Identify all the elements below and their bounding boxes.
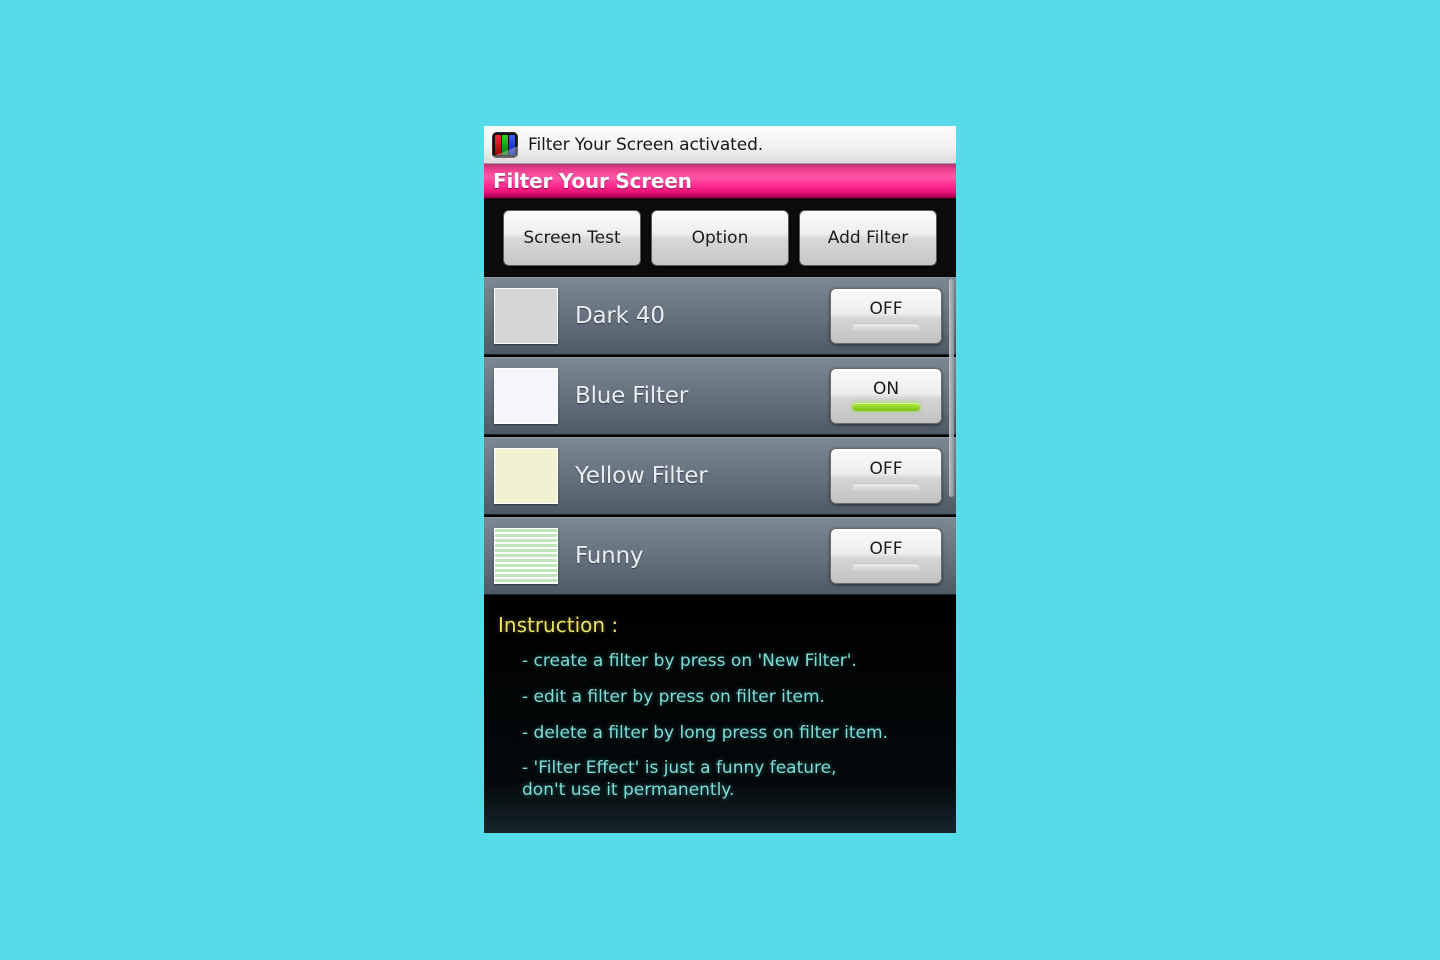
toggle-indicator — [852, 563, 920, 571]
notification-bar[interactable]: Filter Your Screen activated. — [484, 126, 956, 164]
instruction-heading: Instruction : — [498, 613, 619, 637]
toggle-blue-filter[interactable]: ON — [830, 368, 942, 424]
app-title-bar: Filter Your Screen — [484, 164, 956, 199]
toggle-state-label: OFF — [869, 299, 903, 319]
toggle-yellow-filter[interactable]: OFF — [830, 448, 942, 504]
rgb-bars-icon — [492, 131, 518, 158]
toggle-indicator — [852, 483, 920, 491]
filter-list: Dark 40 OFF Blue Filter ON Yellow Filter… — [484, 277, 956, 595]
instruction-item: - create a filter by press on 'New Filte… — [522, 651, 857, 671]
add-filter-button[interactable]: Add Filter — [799, 210, 937, 266]
color-swatch — [494, 528, 558, 584]
filter-row-dark-40[interactable]: Dark 40 OFF — [484, 277, 956, 355]
page-title: Filter Your Screen — [493, 169, 692, 193]
toggle-state-label: ON — [872, 379, 900, 399]
filter-row-funny[interactable]: Funny OFF — [484, 517, 956, 595]
screen-test-button[interactable]: Screen Test — [503, 210, 641, 266]
filter-row-yellow-filter[interactable]: Yellow Filter OFF — [484, 437, 956, 515]
instruction-item: - delete a filter by long press on filte… — [522, 722, 888, 743]
instruction-panel: Instruction : - create a filter by press… — [484, 597, 956, 833]
action-button-bar: Screen Test Option Add Filter — [484, 199, 956, 277]
filter-name-label: Blue Filter — [575, 383, 688, 409]
toggle-state-label: OFF — [869, 459, 903, 479]
toggle-indicator — [852, 323, 920, 331]
option-button[interactable]: Option — [651, 210, 789, 266]
instruction-item: - 'Filter Effect' is just a funny featur… — [522, 758, 837, 800]
filter-name-label: Yellow Filter — [575, 463, 708, 489]
color-swatch — [494, 448, 558, 504]
toggle-funny[interactable]: OFF — [830, 528, 942, 584]
toggle-indicator — [852, 403, 920, 411]
app-window: Filter Your Screen activated. Filter You… — [484, 126, 956, 833]
toggle-dark-40[interactable]: OFF — [830, 288, 942, 344]
instruction-item: - edit a filter by press on filter item. — [522, 686, 825, 707]
list-scrollbar[interactable] — [949, 279, 954, 497]
toggle-state-label: OFF — [869, 539, 903, 559]
color-swatch — [494, 288, 558, 344]
filter-row-blue-filter[interactable]: Blue Filter ON — [484, 357, 956, 435]
filter-name-label: Funny — [575, 543, 644, 569]
filter-name-label: Dark 40 — [575, 303, 665, 329]
color-swatch — [494, 368, 558, 424]
notification-text: Filter Your Screen activated. — [528, 134, 764, 155]
